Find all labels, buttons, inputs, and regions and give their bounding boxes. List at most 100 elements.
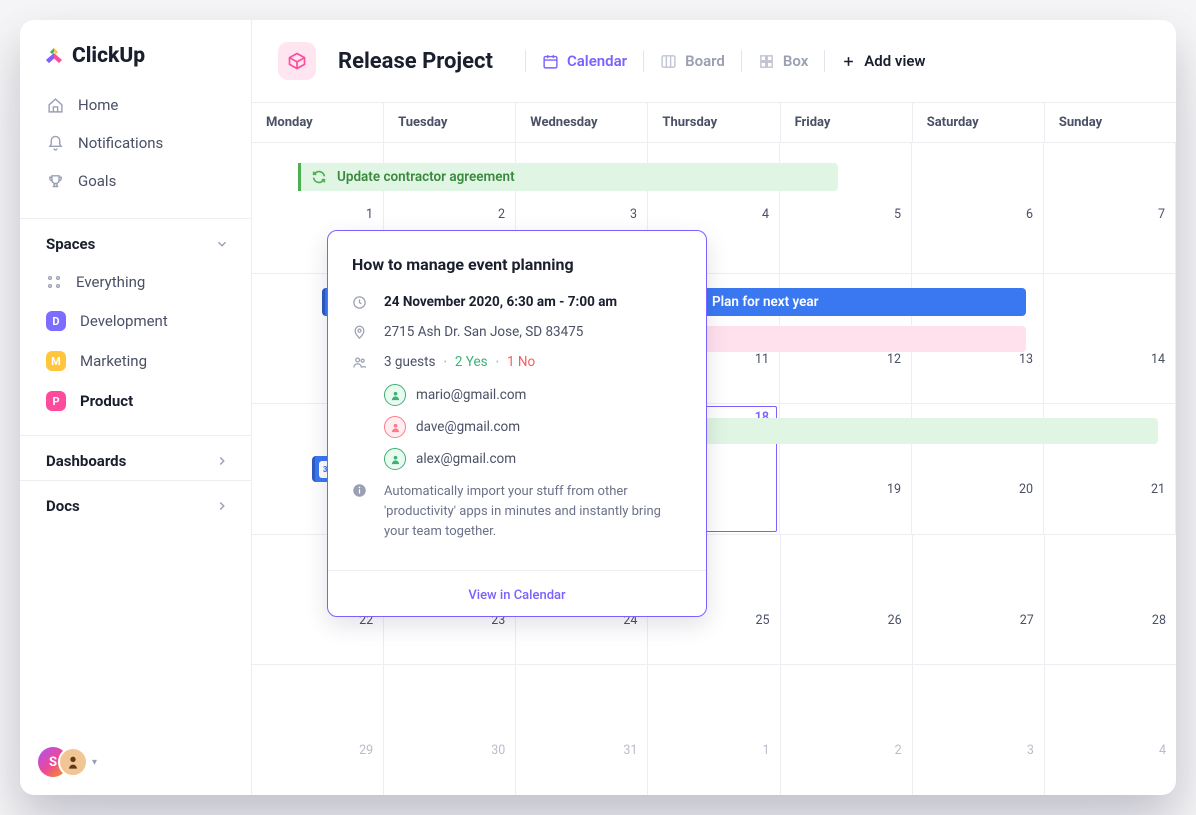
docs-label: Docs: [46, 497, 80, 515]
guest-item[interactable]: dave@gmail.com: [384, 416, 682, 438]
daynum: 14: [1151, 352, 1165, 367]
calendar-cell[interactable]: 27: [913, 535, 1045, 665]
tab-board[interactable]: Board: [644, 52, 741, 70]
bell-icon: [46, 134, 64, 152]
clock-icon: [352, 295, 368, 310]
nav-home-label: Home: [78, 96, 118, 114]
daynum: 1: [763, 743, 770, 758]
chevron-right-icon: [215, 499, 229, 513]
daynum: 1: [366, 207, 373, 222]
calendar-cell[interactable]: 4: [1045, 665, 1176, 795]
app-window: ClickUp Home Notifications Goals: [20, 20, 1176, 795]
grid-icon: [46, 274, 62, 290]
daynum: 6: [1026, 207, 1033, 222]
space-development-label: Development: [80, 312, 168, 330]
calendar-row: 29 30 31 1 2 3 4: [252, 665, 1176, 795]
space-badge: M: [46, 351, 66, 371]
event-plan-next-year[interactable]: 31 Plan for next year: [672, 288, 1026, 316]
nav-notifications-label: Notifications: [78, 134, 163, 152]
add-view-button[interactable]: Add view: [825, 52, 941, 70]
project-badge: [278, 42, 316, 80]
guests-count: 3 guests: [384, 354, 435, 370]
nav-notifications[interactable]: Notifications: [32, 124, 239, 162]
space-development[interactable]: D Development: [32, 301, 239, 341]
trophy-icon: [46, 172, 64, 190]
space-product-label: Product: [80, 392, 133, 410]
space-marketing[interactable]: M Marketing: [32, 341, 239, 381]
calendar-cell[interactable]: 1: [648, 665, 780, 795]
space-badge: D: [46, 311, 66, 331]
guest-email: mario@gmail.com: [416, 387, 526, 403]
calendar-cell[interactable]: 30: [384, 665, 516, 795]
tab-calendar-label: Calendar: [567, 52, 627, 70]
chevron-right-icon: [215, 454, 229, 468]
calendar-cell[interactable]: 3: [913, 665, 1045, 795]
daynum: 2: [895, 743, 902, 758]
daynum: 4: [1159, 743, 1166, 758]
home-icon: [46, 96, 64, 114]
user-icon: [384, 384, 406, 406]
daynum: 28: [1152, 613, 1166, 628]
nav-primary: Home Notifications Goals: [20, 86, 251, 218]
guests-yes: 2 Yes: [455, 354, 488, 370]
space-product[interactable]: P Product: [32, 381, 239, 421]
logo[interactable]: ClickUp: [20, 20, 251, 86]
topbar: Release Project Calendar Board Box: [252, 20, 1176, 102]
popup-datetime: 24 November 2020, 6:30 am - 7:00 am: [384, 294, 617, 310]
spaces-label: Spaces: [46, 235, 95, 253]
calendar-cell[interactable]: 28: [1045, 535, 1176, 665]
nav-home[interactable]: Home: [32, 86, 239, 124]
calendar-cell[interactable]: 29: [252, 665, 384, 795]
daynum: 29: [359, 743, 373, 758]
chevron-down-icon: [215, 237, 229, 251]
tab-board-label: Board: [685, 52, 725, 70]
box-icon: [758, 53, 775, 70]
view-in-calendar-link[interactable]: View in Calendar: [468, 588, 565, 603]
calendar-day-header: Monday Tuesday Wednesday Thursday Friday…: [252, 102, 1176, 143]
event-label: Update contractor agreement: [337, 169, 515, 185]
event-pink[interactable]: [672, 326, 1026, 352]
guest-item[interactable]: mario@gmail.com: [384, 384, 682, 406]
daynum: 27: [1020, 613, 1034, 628]
daynum: 20: [1019, 482, 1033, 497]
spaces-header[interactable]: Spaces: [20, 218, 251, 263]
popup-location: 2715 Ash Dr. San Jose, SD 83475: [384, 324, 583, 340]
calendar-icon: [542, 53, 559, 70]
daynum: 19: [887, 482, 901, 497]
popup-description: Automatically import your stuff from oth…: [384, 482, 682, 542]
spaces-list: Everything D Development M Marketing P P…: [20, 263, 251, 435]
info-icon: [352, 483, 368, 542]
calendar-cell[interactable]: 2: [781, 665, 913, 795]
dayhead: Friday: [781, 103, 913, 142]
tab-calendar[interactable]: Calendar: [526, 52, 643, 70]
guest-list: mario@gmail.com dave@gmail.com alex@gmai…: [384, 384, 682, 470]
event-contractor[interactable]: Update contractor agreement: [298, 163, 838, 191]
daynum: 4: [762, 207, 769, 222]
guest-email: alex@gmail.com: [416, 451, 516, 467]
popup-footer: View in Calendar: [328, 570, 706, 616]
daynum: 11: [755, 352, 769, 367]
user-area[interactable]: S ▾: [20, 729, 251, 795]
calendar-cell[interactable]: 31: [516, 665, 648, 795]
calendar-cell[interactable]: 6: [912, 143, 1044, 273]
guest-item[interactable]: alex@gmail.com: [384, 448, 682, 470]
space-everything-label: Everything: [76, 273, 145, 291]
docs-header[interactable]: Docs: [20, 480, 251, 525]
daynum: 31: [623, 743, 637, 758]
dashboards-header[interactable]: Dashboards: [20, 435, 251, 480]
dayhead: Wednesday: [516, 103, 648, 142]
event-green2[interactable]: [672, 418, 1158, 444]
dashboards-label: Dashboards: [46, 452, 126, 470]
tab-box[interactable]: Box: [742, 52, 824, 70]
dayhead: Sunday: [1045, 103, 1176, 142]
nav-goals-label: Goals: [78, 172, 116, 190]
nav-goals[interactable]: Goals: [32, 162, 239, 200]
brand-name: ClickUp: [72, 44, 145, 68]
calendar-cell[interactable]: 14: [1044, 274, 1176, 404]
space-everything[interactable]: Everything: [32, 263, 239, 301]
daynum: 2: [498, 207, 505, 222]
event-popup: How to manage event planning 24 November…: [327, 230, 707, 617]
calendar-cell[interactable]: 7: [1044, 143, 1176, 273]
calendar-cell[interactable]: 26: [781, 535, 913, 665]
dayhead: Tuesday: [384, 103, 516, 142]
